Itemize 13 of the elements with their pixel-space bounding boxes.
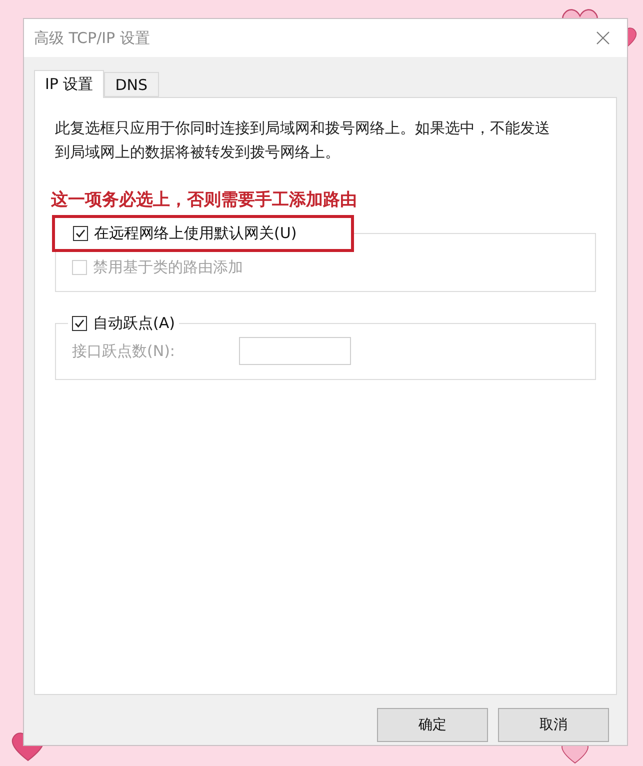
checkbox[interactable]: [73, 226, 88, 241]
annotation-text: 这一项务必选上，否则需要手工添加路由: [51, 189, 358, 211]
tab[interactable]: DNS: [104, 72, 159, 97]
checkbox-label[interactable]: 自动跃点(A): [93, 314, 175, 333]
window-title: 高级 TCP/IP 设置: [34, 28, 150, 48]
field-label: 接口跃点数(N):: [72, 342, 175, 360]
checkbox-label[interactable]: 在远程网络上使用默认网关(U): [94, 224, 297, 243]
dialog-button[interactable]: 取消: [498, 708, 609, 742]
close-icon: [596, 31, 610, 45]
dialog-button[interactable]: 确定: [377, 708, 488, 742]
description-text: 此复选框只应用于你同时连接到局域网和拨号网络上。如果选中，不能发送到局域网上的数据将被转发到拨号网络上。: [55, 118, 551, 163]
checkbox[interactable]: [72, 316, 87, 331]
tab[interactable]: IP 设置: [34, 70, 104, 98]
